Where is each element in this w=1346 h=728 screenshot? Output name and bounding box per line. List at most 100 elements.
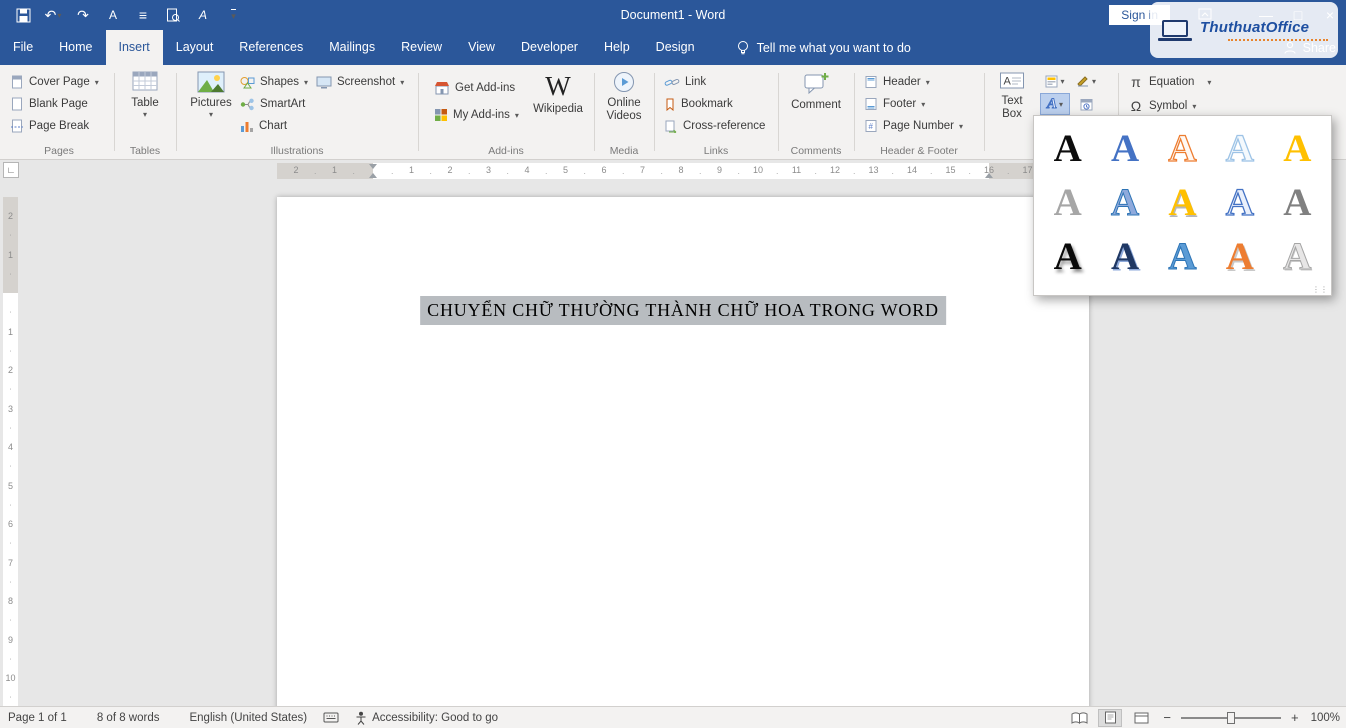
tab-review[interactable]: Review: [388, 30, 455, 65]
footer-button[interactable]: Footer ▾: [860, 93, 982, 115]
wordart-style-6[interactable]: A: [1039, 175, 1096, 229]
online-videos-button[interactable]: Online Videos: [597, 71, 651, 123]
symbol-button[interactable]: Ω Symbol ▾: [1124, 95, 1232, 117]
accessibility-status[interactable]: Accessibility: Good to go: [347, 711, 506, 725]
zoom-slider-thumb[interactable]: [1227, 712, 1235, 724]
cross-reference-button[interactable]: Cross-reference: [660, 115, 776, 137]
zoom-slider[interactable]: [1181, 717, 1281, 719]
text-box-button[interactable]: A Text Box: [988, 71, 1036, 121]
header-button[interactable]: Header ▾: [860, 71, 982, 93]
wordart-style-14[interactable]: A: [1211, 229, 1268, 283]
print-preview-icon[interactable]: [160, 3, 186, 27]
zoom-out-button[interactable]: −: [1160, 710, 1174, 725]
hanging-indent-marker[interactable]: [369, 173, 377, 178]
wordart-style-10[interactable]: A: [1269, 175, 1326, 229]
group-label-comments: Comments: [780, 145, 852, 157]
wordart-style-9[interactable]: A: [1211, 175, 1268, 229]
customize-qat-button[interactable]: ▾: [220, 3, 246, 27]
cover-page-icon: [10, 75, 24, 89]
language-status[interactable]: English (United States): [181, 712, 315, 724]
undo-button[interactable]: ↶▾: [40, 3, 66, 27]
ruler-mark: 10: [753, 165, 763, 175]
ruler-mark: 17: [1022, 165, 1032, 175]
smartart-button[interactable]: SmartArt: [236, 93, 312, 115]
signature-line-button[interactable]: ▾: [1071, 70, 1101, 92]
wordart-gallery-popup: AAAAAAAAAAAAAAA ⋮⋮: [1033, 115, 1332, 296]
link-icon: [664, 76, 680, 89]
tab-references[interactable]: References: [226, 30, 316, 65]
resize-grip[interactable]: ⋮⋮: [1312, 285, 1328, 294]
wordart-style-2[interactable]: A: [1096, 121, 1153, 175]
tab-layout[interactable]: Layout: [163, 30, 227, 65]
keyboard-icon[interactable]: [315, 712, 347, 723]
spelling-icon[interactable]: A: [100, 3, 126, 27]
date-time-button[interactable]: [1071, 93, 1101, 115]
paragraph-marks-icon[interactable]: ≡: [130, 3, 156, 27]
comment-label: Comment: [791, 99, 841, 112]
quick-parts-button[interactable]: ▾: [1040, 70, 1070, 92]
vertical-ruler[interactable]: 2112345678910·············: [3, 182, 18, 706]
tab-selector[interactable]: ∟: [3, 162, 19, 178]
tab-view[interactable]: View: [455, 30, 508, 65]
wordart-style-3[interactable]: A: [1154, 121, 1211, 175]
wordart-icon: A: [1047, 96, 1057, 113]
page-number-button[interactable]: # Page Number ▾: [860, 115, 982, 137]
redo-button[interactable]: ↷: [70, 3, 96, 27]
tell-me-box[interactable]: Tell me what you want to do: [736, 30, 911, 65]
tab-home[interactable]: Home: [46, 30, 105, 65]
ruler-mark: ·: [737, 169, 740, 178]
cover-page-button[interactable]: Cover Page ▾: [6, 71, 112, 93]
wordart-style-15[interactable]: A: [1269, 229, 1326, 283]
word-count-status[interactable]: 8 of 8 words: [89, 712, 168, 724]
header-icon: [864, 75, 878, 89]
web-layout-button[interactable]: [1129, 709, 1153, 727]
wordart-style-11[interactable]: A: [1039, 229, 1096, 283]
get-addins-button[interactable]: Get Add-ins: [430, 77, 523, 99]
v-ruler-page: 2112345678910·············: [3, 197, 18, 706]
my-addins-button[interactable]: My Add-ins ▾: [430, 104, 523, 126]
wordart-style-13[interactable]: A: [1154, 229, 1211, 283]
ruler-mark: 13: [868, 165, 878, 175]
tab-mailings[interactable]: Mailings: [316, 30, 388, 65]
bookmark-button[interactable]: Bookmark: [660, 93, 776, 115]
blank-page-button[interactable]: Blank Page: [6, 93, 112, 115]
table-button[interactable]: Table ▾: [118, 71, 172, 119]
tab-design[interactable]: Design: [643, 30, 708, 65]
selected-text[interactable]: CHUYỂN CHỮ THƯỜNG THÀNH CHỮ HOA TRONG WO…: [420, 296, 946, 325]
ruler-mark: 6: [601, 165, 606, 175]
save-icon[interactable]: [10, 3, 36, 27]
styles-icon[interactable]: A: [190, 3, 216, 27]
comment-button[interactable]: Comment: [788, 71, 844, 112]
wordart-button[interactable]: A ▾: [1040, 93, 1070, 115]
wikipedia-label: Wikipedia: [533, 103, 583, 116]
tab-insert[interactable]: Insert: [106, 30, 163, 65]
screenshot-button[interactable]: Screenshot ▾: [312, 71, 408, 93]
link-button[interactable]: Link: [660, 71, 776, 93]
tab-help[interactable]: Help: [591, 30, 643, 65]
wordart-style-5[interactable]: A: [1269, 121, 1326, 175]
zoom-in-button[interactable]: +: [1288, 710, 1302, 725]
document-page[interactable]: CHUYỂN CHỮ THƯỜNG THÀNH CHỮ HOA TRONG WO…: [277, 197, 1089, 706]
ruler-mark: 1: [332, 165, 337, 175]
ruler-mark: 14: [907, 165, 917, 175]
wordart-style-12[interactable]: A: [1096, 229, 1153, 283]
wordart-style-4[interactable]: A: [1211, 121, 1268, 175]
read-mode-button[interactable]: [1067, 709, 1091, 727]
group-tables: Table ▾ Tables: [116, 65, 174, 159]
wordart-style-1[interactable]: A: [1039, 121, 1096, 175]
ruler-mark: 7: [3, 558, 18, 568]
shapes-button[interactable]: Shapes ▾: [236, 71, 312, 93]
first-line-indent-marker[interactable]: [369, 164, 377, 169]
wikipedia-button[interactable]: W Wikipedia: [530, 73, 586, 116]
equation-button[interactable]: π Equation ▾: [1124, 71, 1232, 93]
pictures-button[interactable]: Pictures ▾: [186, 71, 236, 119]
chart-button[interactable]: Chart: [236, 115, 312, 137]
zoom-level[interactable]: 100%: [1309, 712, 1342, 724]
wordart-style-8[interactable]: A: [1154, 175, 1211, 229]
page-count-status[interactable]: Page 1 of 1: [0, 712, 75, 724]
wordart-style-7[interactable]: A: [1096, 175, 1153, 229]
tab-developer[interactable]: Developer: [508, 30, 591, 65]
page-break-button[interactable]: Page Break: [6, 115, 112, 137]
print-layout-button[interactable]: [1098, 709, 1122, 727]
tab-file[interactable]: File: [0, 30, 46, 65]
